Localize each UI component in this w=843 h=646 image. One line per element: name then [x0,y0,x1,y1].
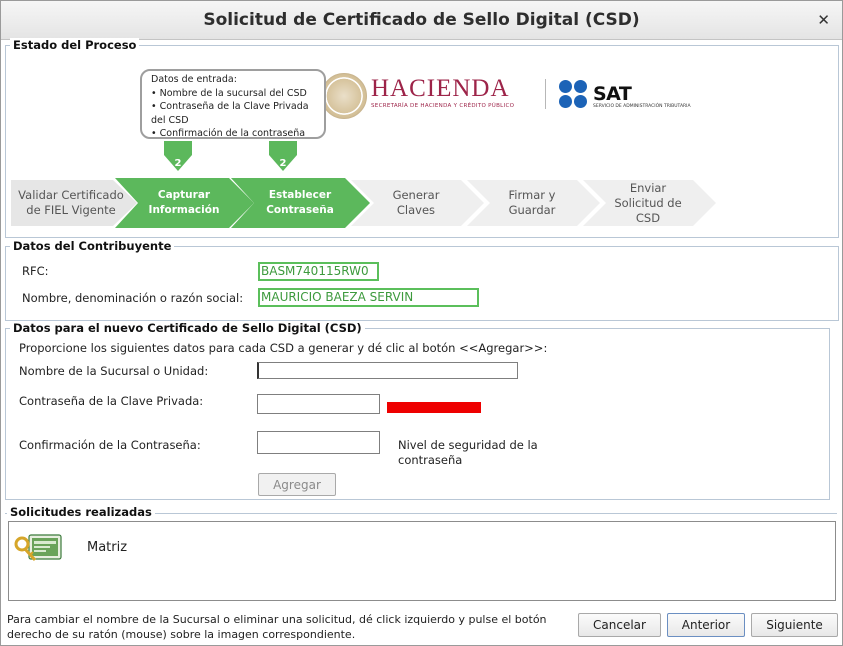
confirm-password-label: Confirmación de la Contraseña: [19,438,201,452]
password-strength-label: Nivel de seguridad de la contraseña [398,438,538,468]
branch-label: Nombre de la Sucursal o Unidad: [19,364,209,378]
step-validate-fiel: Validar Certificado de FIEL Vigente [15,178,127,228]
step-send-request: Enviar Solicitud de CSD [598,178,698,228]
add-button[interactable]: Agregar [258,473,336,496]
dialog-window: Solicitud de Certificado de Sello Digita… [0,0,843,646]
sat-logo-text: SAT [593,83,632,105]
taxpayer-legend: Datos del Contribuyente [10,239,175,253]
footer-note-line: derecho de su ratón (mouse) sobre la ima… [7,628,356,641]
input-data-callout: Datos de entrada: • Nombre de la sucursa… [140,69,326,139]
process-steps: Validar Certificado de FIEL Vigente Captu… [11,178,721,228]
sat-logo: SAT SERVICIO DE ADMINISTRACIÓN TRIBUTARI… [559,79,709,111]
name-label: Nombre, denominación o razón social: [22,291,244,305]
branch-name-input[interactable] [257,362,518,379]
step-set-password: Establecer Contraseña [249,178,351,228]
confirm-password-input[interactable] [257,431,380,454]
sat-dot-icon [574,95,587,108]
process-status-legend: Estado del Proceso [10,38,140,52]
callout-item: del CSD [151,114,189,126]
certificate-request-icon[interactable] [13,533,63,567]
name-field: MAURICIO BAEZA SERVIN [258,288,479,307]
rfc-field: BASM740115RW0 [258,262,379,281]
callout-heading: Datos de entrada: [151,74,237,85]
step-down-arrow-icon: 2 [269,141,297,171]
new-cert-legend: Datos para el nuevo Certificado de Sello… [10,321,365,335]
request-item-label[interactable]: Matriz [87,540,127,555]
requests-legend: Solicitudes realizadas [7,505,155,519]
footer-note: Para cambiar el nombre de la Sucursal o … [7,612,577,642]
rfc-label: RFC: [22,264,49,278]
close-icon[interactable]: ✕ [817,11,830,29]
password-strength-bar [387,402,481,413]
step-label: Establecer [268,189,332,201]
step-sign-save: Firmar y Guardar [482,178,582,228]
hacienda-logo-text: HACIENDA [371,75,510,102]
requests-list [8,521,836,601]
back-button[interactable]: Anterior [667,613,745,637]
new-cert-instructions: Proporcione los siguientes datos para ca… [19,341,548,355]
step-label: Capturar [157,189,211,201]
private-key-password-input[interactable] [257,394,380,414]
step-down-arrow-icon: 2 [164,141,192,171]
next-button[interactable]: Siguiente [751,613,838,637]
window-title: Solicitud de Certificado de Sello Digita… [203,10,640,30]
step-label: Validar Certificado [18,188,124,202]
arrow-step-number: 2 [175,158,182,169]
step-label: CSD [635,210,661,225]
hacienda-logo-subtitle: SECRETARÍA DE HACIENDA Y CRÉDITO PÚBLICO [371,103,515,109]
step-capture-info: Capturar Información [133,178,235,228]
callout-item: • Nombre de la sucursal del CSD [151,87,307,99]
step-label: Firmar y [508,188,556,202]
sat-dot-icon [559,80,572,93]
step-label: Generar [392,188,440,202]
footer-note-line: Para cambiar el nombre de la Sucursal o … [7,613,547,626]
logo-divider [545,79,546,109]
callout-item: • Confirmación de la contraseña [151,128,306,139]
taxpayer-group: Datos del Contribuyente [5,239,839,321]
title-bar[interactable]: Solicitud de Certificado de Sello Digita… [1,1,842,40]
step-label: Enviar [629,180,667,195]
sat-dot-icon [574,80,587,93]
step-label: Claves [396,203,436,217]
password-strength-label-line: contraseña [398,453,463,467]
step-label: Solicitud de [614,195,682,210]
private-key-password-label: Contraseña de la Clave Privada: [19,394,204,408]
password-strength-label-line: Nivel de seguridad de la [398,438,538,452]
step-label: Contraseña [266,204,334,216]
mexico-emblem-icon [321,73,367,119]
hacienda-logo: HACIENDA SECRETARÍA DE HACIENDA Y CRÉDIT… [321,73,536,119]
sat-dot-icon [559,95,572,108]
sat-logo-subtitle: SERVICIO DE ADMINISTRACIÓN TRIBUTARIA [593,104,691,109]
arrow-step-number: 2 [280,158,287,169]
step-generate-keys: Generar Claves [366,178,466,228]
step-label: de FIEL Vigente [26,203,116,217]
step-label: Información [148,204,220,216]
step-label: Guardar [508,203,556,217]
cancel-button[interactable]: Cancelar [578,613,661,637]
callout-item: • Contraseña de la Clave Privada [151,101,309,112]
